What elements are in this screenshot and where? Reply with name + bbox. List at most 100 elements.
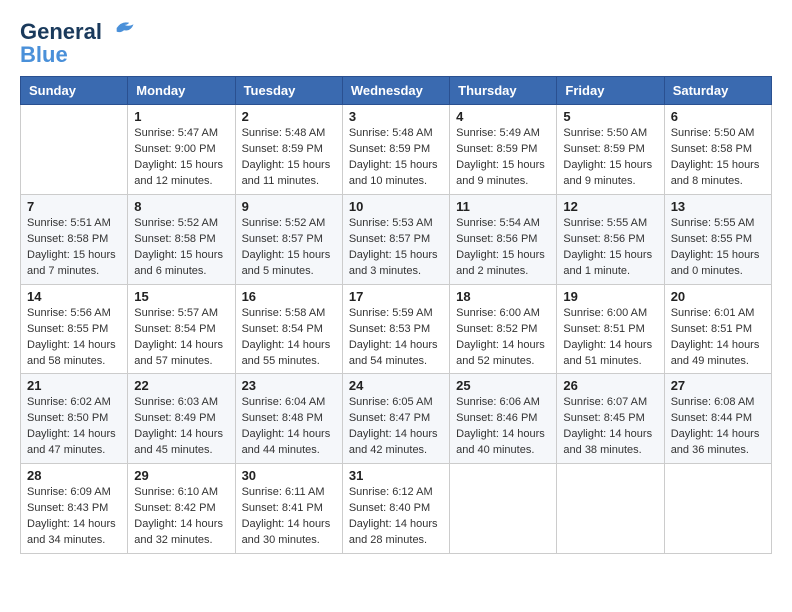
day-number: 14 [27,289,121,304]
day-info: Sunrise: 5:48 AM Sunset: 8:59 PM Dayligh… [349,126,443,190]
calendar-cell: 8Sunrise: 5:52 AM Sunset: 8:58 PM Daylig… [128,194,235,284]
calendar-cell: 22 Sunrise: 6:03 AM Sunset: 8:49 PM Dayli… [128,374,235,464]
day-info: Sunrise: 6:02 AM Sunset: 8:50 PM Dayligh… [27,395,121,459]
day-number: 1 [134,109,228,124]
day-info: Sunrise: 5:50 AM Sunset: 8:59 PM Dayligh… [563,126,657,190]
calendar-cell: 6 Sunrise: 5:50 AM Sunset: 8:58 PM Daylig… [664,105,771,195]
day-number: 4 [456,109,550,124]
day-info: Sunrise: 6:07 AM Sunset: 8:45 PM Dayligh… [563,395,657,459]
day-number: 9 [242,199,336,214]
day-info: Sunrise: 5:51 AM Sunset: 8:58 PM Dayligh… [27,216,121,280]
day-info: Sunrise: 6:04 AM Sunset: 8:48 PM Dayligh… [242,395,336,459]
day-info: Sunrise: 5:47 AM Sunset: 9:00 PM Dayligh… [134,126,228,190]
calendar-cell: 24 Sunrise: 6:05 AM Sunset: 8:47 PM Dayli… [342,374,449,464]
day-info: Sunrise: 6:03 AM Sunset: 8:49 PM Dayligh… [134,395,228,459]
day-info: Sunrise: 5:52 AM Sunset: 8:57 PM Dayligh… [242,216,336,280]
calendar-cell: 25 Sunrise: 6:06 AM Sunset: 8:46 PM Dayli… [450,374,557,464]
day-info: Sunrise: 6:10 AM Sunset: 8:42 PM Dayligh… [134,485,228,549]
day-info: Sunrise: 5:58 AM Sunset: 8:54 PM Dayligh… [242,306,336,370]
calendar-cell: 15 Sunrise: 5:57 AM Sunset: 8:54 PM Dayli… [128,284,235,374]
day-info: Sunrise: 6:05 AM Sunset: 8:47 PM Dayligh… [349,395,443,459]
day-number: 3 [349,109,443,124]
day-number: 22 [134,378,228,393]
logo: General Blue [20,20,138,66]
day-info: Sunrise: 5:55 AM Sunset: 8:56 PM Dayligh… [563,216,657,280]
day-number: 16 [242,289,336,304]
calendar-cell: 9 Sunrise: 5:52 AM Sunset: 8:57 PM Daylig… [235,194,342,284]
calendar-day-header: Monday [128,77,235,105]
day-number: 15 [134,289,228,304]
calendar-cell: 7 Sunrise: 5:51 AM Sunset: 8:58 PM Daylig… [21,194,128,284]
calendar-cell: 2Sunrise: 5:48 AM Sunset: 8:59 PM Daylig… [235,105,342,195]
logo-bird-icon [110,17,138,39]
calendar-day-header: Saturday [664,77,771,105]
day-info: Sunrise: 5:55 AM Sunset: 8:55 PM Dayligh… [671,216,765,280]
calendar-cell: 4Sunrise: 5:49 AM Sunset: 8:59 PM Daylig… [450,105,557,195]
calendar-cell: 21Sunrise: 6:02 AM Sunset: 8:50 PM Dayli… [21,374,128,464]
day-info: Sunrise: 5:57 AM Sunset: 8:54 PM Dayligh… [134,306,228,370]
calendar-cell: 1 Sunrise: 5:47 AM Sunset: 9:00 PM Daylig… [128,105,235,195]
day-info: Sunrise: 5:54 AM Sunset: 8:56 PM Dayligh… [456,216,550,280]
day-info: Sunrise: 6:11 AM Sunset: 8:41 PM Dayligh… [242,485,336,549]
day-number: 12 [563,199,657,214]
day-info: Sunrise: 6:01 AM Sunset: 8:51 PM Dayligh… [671,306,765,370]
day-info: Sunrise: 6:12 AM Sunset: 8:40 PM Dayligh… [349,485,443,549]
day-info: Sunrise: 6:09 AM Sunset: 8:43 PM Dayligh… [27,485,121,549]
calendar-cell: 29 Sunrise: 6:10 AM Sunset: 8:42 PM Dayli… [128,464,235,554]
day-number: 20 [671,289,765,304]
day-info: Sunrise: 5:56 AM Sunset: 8:55 PM Dayligh… [27,306,121,370]
day-number: 5 [563,109,657,124]
calendar-cell: 23 Sunrise: 6:04 AM Sunset: 8:48 PM Dayli… [235,374,342,464]
calendar-cell [450,464,557,554]
calendar-day-header: Wednesday [342,77,449,105]
day-number: 11 [456,199,550,214]
day-info: Sunrise: 6:00 AM Sunset: 8:52 PM Dayligh… [456,306,550,370]
day-number: 7 [27,199,121,214]
day-info: Sunrise: 6:06 AM Sunset: 8:46 PM Dayligh… [456,395,550,459]
calendar-day-header: Friday [557,77,664,105]
day-number: 18 [456,289,550,304]
day-number: 6 [671,109,765,124]
calendar-table: SundayMondayTuesdayWednesdayThursdayFrid… [20,76,772,554]
day-number: 2 [242,109,336,124]
day-number: 25 [456,378,550,393]
calendar-cell [21,105,128,195]
calendar-cell: 14 Sunrise: 5:56 AM Sunset: 8:55 PM Dayli… [21,284,128,374]
day-info: Sunrise: 5:59 AM Sunset: 8:53 PM Dayligh… [349,306,443,370]
day-info: Sunrise: 5:50 AM Sunset: 8:58 PM Dayligh… [671,126,765,190]
calendar-cell: 27Sunrise: 6:08 AM Sunset: 8:44 PM Dayli… [664,374,771,464]
day-number: 23 [242,378,336,393]
day-info: Sunrise: 6:08 AM Sunset: 8:44 PM Dayligh… [671,395,765,459]
calendar-cell: 3 Sunrise: 5:48 AM Sunset: 8:59 PM Daylig… [342,105,449,195]
day-number: 10 [349,199,443,214]
calendar-week-row: 28Sunrise: 6:09 AM Sunset: 8:43 PM Dayli… [21,464,772,554]
calendar-cell: 10Sunrise: 5:53 AM Sunset: 8:57 PM Dayli… [342,194,449,284]
calendar-week-row: 1 Sunrise: 5:47 AM Sunset: 9:00 PM Daylig… [21,105,772,195]
calendar-week-row: 14 Sunrise: 5:56 AM Sunset: 8:55 PM Dayli… [21,284,772,374]
day-number: 30 [242,468,336,483]
calendar-body: 1 Sunrise: 5:47 AM Sunset: 9:00 PM Daylig… [21,105,772,554]
calendar-cell: 28Sunrise: 6:09 AM Sunset: 8:43 PM Dayli… [21,464,128,554]
calendar-cell [557,464,664,554]
day-number: 29 [134,468,228,483]
day-number: 31 [349,468,443,483]
day-number: 26 [563,378,657,393]
calendar-cell: 5 Sunrise: 5:50 AM Sunset: 8:59 PM Daylig… [557,105,664,195]
calendar-cell: 12 Sunrise: 5:55 AM Sunset: 8:56 PM Dayli… [557,194,664,284]
day-info: Sunrise: 6:00 AM Sunset: 8:51 PM Dayligh… [563,306,657,370]
calendar-day-header: Sunday [21,77,128,105]
calendar-header-row: SundayMondayTuesdayWednesdayThursdayFrid… [21,77,772,105]
calendar-cell: 13 Sunrise: 5:55 AM Sunset: 8:55 PM Dayli… [664,194,771,284]
calendar-day-header: Tuesday [235,77,342,105]
day-number: 17 [349,289,443,304]
day-number: 24 [349,378,443,393]
day-number: 8 [134,199,228,214]
day-number: 13 [671,199,765,214]
calendar-cell: 30 Sunrise: 6:11 AM Sunset: 8:41 PM Dayli… [235,464,342,554]
logo-blue: Blue [20,44,138,66]
calendar-cell: 26 Sunrise: 6:07 AM Sunset: 8:45 PM Dayli… [557,374,664,464]
calendar-cell: 11 Sunrise: 5:54 AM Sunset: 8:56 PM Dayli… [450,194,557,284]
calendar-cell: 18 Sunrise: 6:00 AM Sunset: 8:52 PM Dayli… [450,284,557,374]
page-header: General Blue [20,20,772,66]
calendar-cell: 17 Sunrise: 5:59 AM Sunset: 8:53 PM Dayli… [342,284,449,374]
